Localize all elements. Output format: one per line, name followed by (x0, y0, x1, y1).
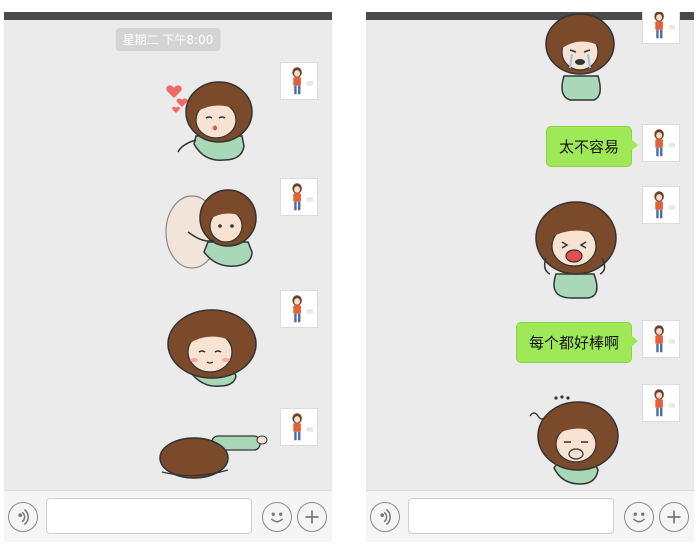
message-input[interactable] (46, 498, 252, 534)
voice-icon[interactable] (370, 502, 400, 532)
emoji-icon[interactable] (624, 502, 654, 532)
chat-timestamp: 星期二 下午8:00 (115, 28, 221, 51)
sender-avatar[interactable] (280, 62, 318, 100)
input-bar (366, 490, 694, 542)
sender-avatar[interactable] (642, 384, 680, 422)
sender-avatar[interactable] (642, 320, 680, 358)
sender-avatar[interactable] (642, 12, 680, 44)
sender-avatar[interactable] (280, 290, 318, 328)
smile-sticker[interactable] (164, 302, 260, 388)
sender-avatar[interactable] (280, 178, 318, 216)
sent-message-bubble[interactable]: 每个都好棒啊 (515, 322, 639, 363)
sender-avatar[interactable] (642, 124, 680, 162)
lying-down-sticker[interactable] (158, 424, 268, 480)
plus-icon[interactable] (297, 502, 327, 532)
voice-icon[interactable] (8, 502, 38, 532)
plus-icon[interactable] (659, 502, 689, 532)
message-input[interactable] (408, 498, 614, 534)
sent-message-bubble[interactable]: 太不容易 (545, 126, 639, 167)
crying-sticker[interactable] (538, 13, 622, 102)
status-bar (4, 12, 332, 20)
emoji-icon[interactable] (262, 502, 292, 532)
screaming-sticker[interactable] (528, 198, 624, 300)
hearts-hug-sticker[interactable] (164, 74, 264, 164)
hug-friend-sticker[interactable] (164, 182, 264, 269)
sender-avatar[interactable] (280, 408, 318, 446)
right-chat-screen: 太不容易 每个都好棒啊 (366, 12, 694, 542)
screenshot-stage: 星期二 下午8:00 太不容易 每个都好棒啊 (0, 0, 700, 552)
covering-mouth-sticker[interactable] (526, 392, 624, 488)
input-bar (4, 490, 332, 542)
left-chat-screen: 星期二 下午8:00 (4, 12, 332, 542)
sender-avatar[interactable] (642, 186, 680, 224)
